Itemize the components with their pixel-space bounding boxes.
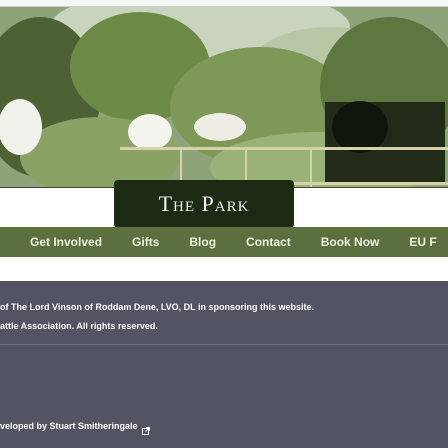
developer-credit-row[interactable]: veloped by Stuart Smitheringale bbox=[0, 420, 150, 435]
nav-item-eu-funding[interactable]: EU F bbox=[409, 235, 436, 249]
nav-item-contact[interactable]: Contact bbox=[246, 235, 291, 249]
footer-divider bbox=[0, 344, 448, 345]
main-navigation: Get Involved Gifts Blog Contact Book Now… bbox=[0, 227, 448, 257]
sponsor-notice: of The Lord Vinson of Roddam Dene, LVO, … bbox=[0, 302, 315, 312]
nav-item-get-involved[interactable]: Get Involved bbox=[30, 235, 102, 249]
page-title: The Park bbox=[158, 191, 250, 216]
content-gap bbox=[0, 257, 448, 281]
external-link-icon[interactable] bbox=[141, 422, 150, 435]
nav-item-book-now[interactable]: Book Now bbox=[321, 235, 380, 249]
nav-item-blog[interactable]: Blog bbox=[189, 235, 216, 249]
copyright-notice: attle Association. All rights reserved. bbox=[0, 321, 158, 331]
nav-item-gifts[interactable]: Gifts bbox=[132, 235, 159, 249]
developer-credit-text[interactable]: veloped by Stuart Smitheringale bbox=[0, 420, 138, 432]
